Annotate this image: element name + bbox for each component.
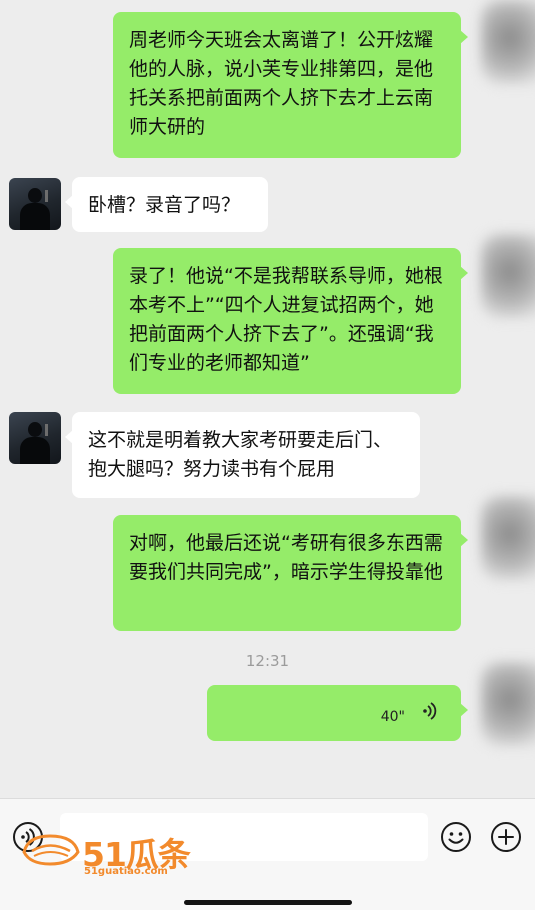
my-avatar[interactable] — [481, 0, 535, 84]
message-timestamp: 12:31 — [245, 652, 290, 670]
home-indicator[interactable] — [184, 900, 352, 905]
voice-wave-icon — [423, 702, 437, 720]
my-avatar[interactable] — [481, 496, 535, 580]
message-input[interactable] — [60, 813, 428, 861]
chat-screen: 周老师今天班会太离谱了！公开炫耀他的人脉，说小芙专业排第四，是他托关系把前面两个… — [0, 0, 535, 910]
message-bubble-sent[interactable]: 对啊，他最后还说“考研有很多东西需要我们共同完成”，暗示学生得投靠他 — [113, 515, 468, 631]
message-bubble-received[interactable]: 卧槽？录音了吗？ — [65, 177, 268, 232]
input-bar — [0, 798, 535, 910]
contact-avatar[interactable] — [9, 178, 61, 230]
my-avatar[interactable] — [481, 234, 535, 318]
plus-icon[interactable] — [490, 821, 522, 853]
voice-duration: 40" — [380, 709, 405, 725]
voice-input-icon[interactable] — [12, 821, 44, 853]
message-bubble-sent[interactable]: 录了！他说“不是我帮联系导师，她根本考不上”“四个人进复试招两个，她把前面两个人… — [113, 248, 468, 394]
my-avatar[interactable] — [481, 662, 535, 746]
voice-message-bubble[interactable]: 40" — [207, 685, 468, 741]
message-bubble-sent[interactable]: 周老师今天班会太离谱了！公开炫耀他的人脉，说小芙专业排第四，是他托关系把前面两个… — [113, 12, 468, 158]
emoji-icon[interactable] — [440, 821, 472, 853]
contact-avatar[interactable] — [9, 412, 61, 464]
message-bubble-received[interactable]: 这不就是明着教大家考研要走后门、抱大腿吗？努力读书有个屁用 — [65, 412, 420, 498]
